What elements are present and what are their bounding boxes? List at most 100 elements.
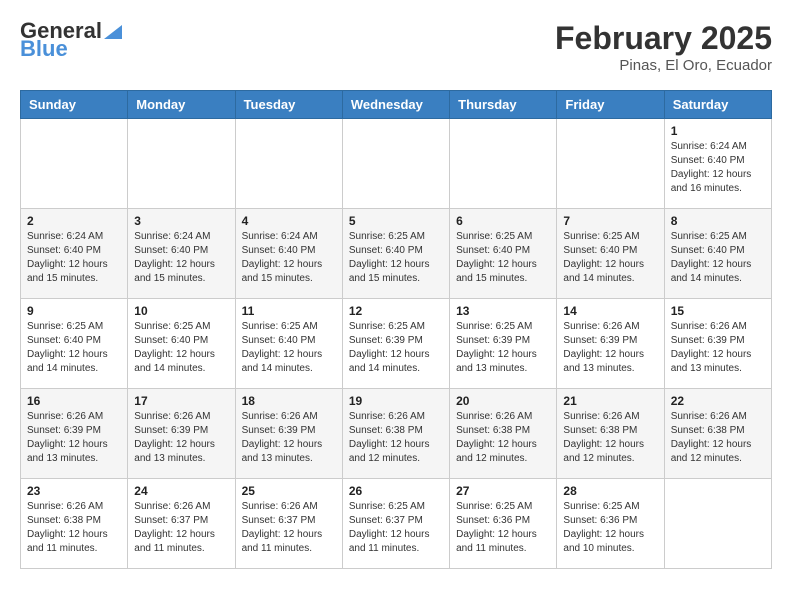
day-number: 18 xyxy=(242,394,336,408)
calendar-week-row: 9 Sunrise: 6:25 AM Sunset: 6:40 PM Daylig… xyxy=(21,299,772,389)
calendar-week-row: 2 Sunrise: 6:24 AM Sunset: 6:40 PM Daylig… xyxy=(21,209,772,299)
calendar-cell: 11 Sunrise: 6:25 AM Sunset: 6:40 PM Dayli… xyxy=(235,299,342,389)
calendar-cell: 8 Sunrise: 6:25 AM Sunset: 6:40 PM Daylig… xyxy=(664,209,771,299)
calendar-cell: 6 Sunrise: 6:25 AM Sunset: 6:40 PM Daylig… xyxy=(450,209,557,299)
day-number: 26 xyxy=(349,484,443,498)
day-info: Sunrise: 6:26 AM Sunset: 6:39 PM Dayligh… xyxy=(27,410,121,466)
page-header: General Blue February 2025 Pinas, El Oro… xyxy=(20,20,772,74)
day-info: Sunrise: 6:26 AM Sunset: 6:39 PM Dayligh… xyxy=(134,410,228,466)
calendar-cell: 12Sunrise: 6:25 AM Sunset: 6:39 PM Dayli… xyxy=(342,299,449,389)
day-number: 19 xyxy=(349,394,443,408)
col-sunday: Sunday xyxy=(21,91,128,119)
day-number: 27 xyxy=(456,484,550,498)
day-info: Sunrise: 6:25 AM Sunset: 6:39 PM Dayligh… xyxy=(456,320,550,376)
day-info: Sunrise: 6:24 AM Sunset: 6:40 PM Dayligh… xyxy=(134,230,228,286)
day-number: 22 xyxy=(671,394,765,408)
calendar-cell: 23 Sunrise: 6:26 AM Sunset: 6:38 PM Dayli… xyxy=(21,479,128,569)
day-info: Sunrise: 6:26 AM Sunset: 6:38 PM Dayligh… xyxy=(27,500,121,556)
day-info: Sunrise: 6:25 AM Sunset: 6:40 PM Dayligh… xyxy=(349,230,443,286)
calendar-body: 1 Sunrise: 6:24 AM Sunset: 6:40 PM Daylig… xyxy=(21,119,772,569)
calendar-cell: 15 Sunrise: 6:26 AM Sunset: 6:39 PM Dayli… xyxy=(664,299,771,389)
day-info: Sunrise: 6:25 AM Sunset: 6:40 PM Dayligh… xyxy=(134,320,228,376)
day-info: Sunrise: 6:24 AM Sunset: 6:40 PM Dayligh… xyxy=(671,140,765,196)
calendar-cell: 20 Sunrise: 6:26 AM Sunset: 6:38 PM Dayli… xyxy=(450,389,557,479)
calendar-cell: 28 Sunrise: 6:25 AM Sunset: 6:36 PM Dayli… xyxy=(557,479,664,569)
day-number: 2 xyxy=(27,214,121,228)
logo-text-blue: Blue xyxy=(20,38,68,60)
logo-icon xyxy=(104,21,122,39)
col-friday: Friday xyxy=(557,91,664,119)
calendar-cell: 2 Sunrise: 6:24 AM Sunset: 6:40 PM Daylig… xyxy=(21,209,128,299)
day-number: 5 xyxy=(349,214,443,228)
day-info: Sunrise: 6:26 AM Sunset: 6:37 PM Dayligh… xyxy=(134,500,228,556)
calendar-week-row: 16 Sunrise: 6:26 AM Sunset: 6:39 PM Dayli… xyxy=(21,389,772,479)
calendar-cell: 1 Sunrise: 6:24 AM Sunset: 6:40 PM Daylig… xyxy=(664,119,771,209)
title-area: February 2025 Pinas, El Oro, Ecuador xyxy=(555,20,772,74)
calendar-cell xyxy=(128,119,235,209)
calendar-cell: 25 Sunrise: 6:26 AM Sunset: 6:37 PM Dayli… xyxy=(235,479,342,569)
day-number: 4 xyxy=(242,214,336,228)
calendar-cell: 16 Sunrise: 6:26 AM Sunset: 6:39 PM Dayli… xyxy=(21,389,128,479)
day-info: Sunrise: 6:26 AM Sunset: 6:38 PM Dayligh… xyxy=(456,410,550,466)
calendar-cell: 19 Sunrise: 6:26 AM Sunset: 6:38 PM Dayli… xyxy=(342,389,449,479)
calendar-cell: 21Sunrise: 6:26 AM Sunset: 6:38 PM Dayli… xyxy=(557,389,664,479)
calendar-week-row: 23 Sunrise: 6:26 AM Sunset: 6:38 PM Dayli… xyxy=(21,479,772,569)
day-info: Sunrise: 6:25 AM Sunset: 6:36 PM Dayligh… xyxy=(563,500,657,556)
day-number: 10 xyxy=(134,304,228,318)
day-number: 28 xyxy=(563,484,657,498)
day-info: Sunrise: 6:25 AM Sunset: 6:40 PM Dayligh… xyxy=(242,320,336,376)
calendar-cell: 14Sunrise: 6:26 AM Sunset: 6:39 PM Dayli… xyxy=(557,299,664,389)
day-number: 3 xyxy=(134,214,228,228)
day-number: 23 xyxy=(27,484,121,498)
calendar-cell: 18Sunrise: 6:26 AM Sunset: 6:39 PM Dayli… xyxy=(235,389,342,479)
calendar-cell: 9Sunrise: 6:25 AM Sunset: 6:40 PM Daylig… xyxy=(21,299,128,389)
day-number: 9 xyxy=(27,304,121,318)
header-row: Sunday Monday Tuesday Wednesday Thursday… xyxy=(21,91,772,119)
day-info: Sunrise: 6:25 AM Sunset: 6:40 PM Dayligh… xyxy=(456,230,550,286)
day-number: 7 xyxy=(563,214,657,228)
day-info: Sunrise: 6:26 AM Sunset: 6:39 PM Dayligh… xyxy=(671,320,765,376)
day-number: 11 xyxy=(242,304,336,318)
day-info: Sunrise: 6:24 AM Sunset: 6:40 PM Dayligh… xyxy=(242,230,336,286)
day-info: Sunrise: 6:26 AM Sunset: 6:38 PM Dayligh… xyxy=(349,410,443,466)
day-info: Sunrise: 6:26 AM Sunset: 6:37 PM Dayligh… xyxy=(242,500,336,556)
calendar-cell xyxy=(664,479,771,569)
calendar-cell: 17 Sunrise: 6:26 AM Sunset: 6:39 PM Dayli… xyxy=(128,389,235,479)
calendar-week-row: 1 Sunrise: 6:24 AM Sunset: 6:40 PM Daylig… xyxy=(21,119,772,209)
calendar-cell: 27 Sunrise: 6:25 AM Sunset: 6:36 PM Dayli… xyxy=(450,479,557,569)
day-number: 16 xyxy=(27,394,121,408)
calendar-cell: 24Sunrise: 6:26 AM Sunset: 6:37 PM Dayli… xyxy=(128,479,235,569)
calendar-cell xyxy=(342,119,449,209)
calendar-cell xyxy=(235,119,342,209)
day-info: Sunrise: 6:25 AM Sunset: 6:40 PM Dayligh… xyxy=(671,230,765,286)
calendar-cell: 10 Sunrise: 6:25 AM Sunset: 6:40 PM Dayli… xyxy=(128,299,235,389)
calendar-cell: 4 Sunrise: 6:24 AM Sunset: 6:40 PM Daylig… xyxy=(235,209,342,299)
day-number: 8 xyxy=(671,214,765,228)
calendar-cell: 7 Sunrise: 6:25 AM Sunset: 6:40 PM Daylig… xyxy=(557,209,664,299)
calendar-cell: 13Sunrise: 6:25 AM Sunset: 6:39 PM Dayli… xyxy=(450,299,557,389)
calendar-cell: 5 Sunrise: 6:25 AM Sunset: 6:40 PM Daylig… xyxy=(342,209,449,299)
day-info: Sunrise: 6:24 AM Sunset: 6:40 PM Dayligh… xyxy=(27,230,121,286)
day-info: Sunrise: 6:25 AM Sunset: 6:36 PM Dayligh… xyxy=(456,500,550,556)
col-tuesday: Tuesday xyxy=(235,91,342,119)
calendar-cell: 22Sunrise: 6:26 AM Sunset: 6:38 PM Dayli… xyxy=(664,389,771,479)
calendar-cell xyxy=(450,119,557,209)
logo: General Blue xyxy=(20,20,122,60)
day-number: 17 xyxy=(134,394,228,408)
day-info: Sunrise: 6:26 AM Sunset: 6:38 PM Dayligh… xyxy=(563,410,657,466)
col-saturday: Saturday xyxy=(664,91,771,119)
calendar-table: Sunday Monday Tuesday Wednesday Thursday… xyxy=(20,90,772,569)
month-title: February 2025 xyxy=(555,20,772,57)
col-monday: Monday xyxy=(128,91,235,119)
col-thursday: Thursday xyxy=(450,91,557,119)
day-number: 25 xyxy=(242,484,336,498)
day-number: 1 xyxy=(671,124,765,138)
calendar-cell: 3 Sunrise: 6:24 AM Sunset: 6:40 PM Daylig… xyxy=(128,209,235,299)
location-subtitle: Pinas, El Oro, Ecuador xyxy=(555,57,772,74)
day-number: 20 xyxy=(456,394,550,408)
day-number: 15 xyxy=(671,304,765,318)
day-info: Sunrise: 6:25 AM Sunset: 6:40 PM Dayligh… xyxy=(563,230,657,286)
calendar-cell: 26 Sunrise: 6:25 AM Sunset: 6:37 PM Dayli… xyxy=(342,479,449,569)
day-info: Sunrise: 6:25 AM Sunset: 6:37 PM Dayligh… xyxy=(349,500,443,556)
day-number: 6 xyxy=(456,214,550,228)
